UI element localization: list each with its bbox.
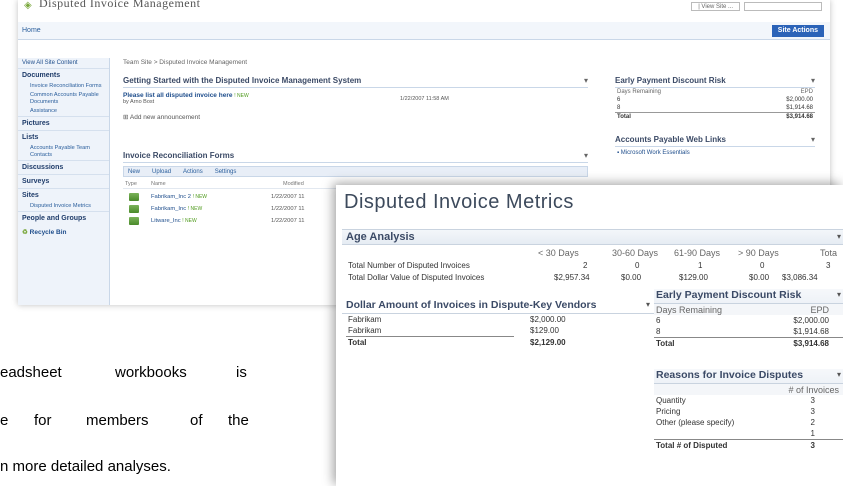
epd-webpart-small: Early Payment Discount Risk ▾ Days Remai…: [615, 76, 815, 121]
metrics-dashboard-window: Disputed Invoice Metrics Age Analysis ▾ …: [336, 185, 843, 486]
epd-small-title: Early Payment Discount Risk ▾: [615, 76, 815, 88]
site-actions-button[interactable]: Site Actions: [771, 25, 824, 37]
webpart-menu-icon[interactable]: ▾: [837, 370, 841, 379]
vendor-row: Fabrikam $2,000.00: [348, 315, 566, 324]
paragraph-line-2a: e: [0, 412, 9, 429]
library-toolbar: New Upload Actions Settings: [123, 166, 588, 177]
paragraph-line-2e: the: [228, 412, 249, 429]
epd-table: Days Remaining EPD 6 $2,000.00 8 $1,914.68 …: [654, 304, 843, 350]
view-all-site-content-link[interactable]: View All Site Content: [18, 58, 109, 68]
announcements-webpart: Getting Started with the Disputed Invoic…: [123, 76, 588, 121]
epd-webpart: Early Payment Discount Risk ▾ Days Remai…: [654, 289, 843, 350]
invoice-forms-title: Invoice Reconciliation Forms ▾: [123, 151, 588, 163]
vendor-total-row: Total $2,129.00: [346, 336, 566, 347]
age-cell: $0.00: [621, 273, 642, 282]
paragraph-line-2d: of: [190, 412, 203, 429]
age-cell: $0.00: [749, 273, 770, 282]
ql-item-assistance[interactable]: Assistance: [18, 107, 109, 116]
ql-item-invoice-forms[interactable]: Invoice Reconciliation Forms: [18, 82, 109, 91]
webpart-menu-icon[interactable]: ▾: [584, 76, 588, 85]
paragraph-line-1c: is: [236, 364, 247, 381]
age-cell: $2,957.34: [554, 273, 590, 282]
breadcrumb[interactable]: Team Site > Disputed Invoice Management: [123, 59, 247, 66]
epd-title: Early Payment Discount Risk ▾: [654, 289, 843, 304]
reasons-title: Reasons for Invoice Disputes ▾: [654, 369, 843, 384]
age-cell: 0: [635, 261, 640, 270]
age-analysis-header: Age Analysis ▾: [342, 229, 843, 245]
webpart-menu-icon[interactable]: ▾: [811, 135, 815, 144]
reasons-webpart: Reasons for Invoice Disputes ▾ # of Invo…: [654, 369, 843, 452]
quick-launch: View All Site Content Documents Invoice …: [18, 58, 110, 305]
age-cell: 3: [826, 261, 831, 270]
age-row-count-label: Total Number of Disputed Invoices: [348, 261, 470, 270]
recycle-bin-icon: ♻: [22, 229, 28, 236]
webpart-menu-icon[interactable]: ▾: [646, 300, 650, 309]
paragraph-line-2b: for: [34, 412, 52, 429]
announcement-author: by Arno Bost: [123, 99, 155, 105]
ql-item-ap-contacts[interactable]: Accounts Payable Team Contacts: [18, 144, 109, 160]
links-webpart: Accounts Payable Web Links ▾ ▪ Microsoft…: [615, 135, 815, 156]
announcement-date: 1/22/2007 11:58 AM: [400, 96, 449, 102]
ql-head-documents[interactable]: Documents: [18, 68, 109, 82]
age-col-gt90: > 90 Days: [738, 248, 779, 258]
ql-head-sites[interactable]: Sites: [18, 188, 109, 202]
new-tag: ! NEW: [234, 93, 249, 99]
link-item[interactable]: ▪ Microsoft Work Essentials: [615, 150, 815, 156]
dollar-amount-title: Dollar Amount of Invoices in Dispute-Key…: [342, 298, 654, 314]
site-title: ◈ Disputed Invoice Management: [24, 0, 201, 11]
paragraph-line-1a: eadsheet: [0, 364, 62, 381]
paragraph-line-3: n more detailed analyses.: [0, 458, 171, 475]
age-col-total: Tota: [820, 248, 838, 258]
vendor-row: Fabrikam $129.00: [348, 326, 559, 335]
site-search-input[interactable]: [744, 2, 822, 11]
links-title: Accounts Payable Web Links ▾: [615, 135, 815, 147]
view-site-dropdown[interactable]: | View Site ...: [691, 2, 740, 11]
ql-head-surveys[interactable]: Surveys: [18, 174, 109, 188]
toolbar-upload[interactable]: Upload: [152, 169, 171, 175]
home-tab[interactable]: Home: [22, 27, 41, 34]
age-cell: $3,086.34: [782, 273, 818, 282]
infopath-form-icon: [129, 193, 139, 201]
age-cell: 2: [583, 261, 588, 270]
toolbar-settings[interactable]: Settings: [215, 169, 237, 175]
sharepoint-logo-icon: ◈: [24, 0, 32, 11]
paragraph-line-1b: workbooks: [115, 364, 187, 381]
add-announcement-link[interactable]: ⊞ Add new announcement: [123, 113, 588, 121]
age-col-lt30: < 30 Days: [538, 248, 579, 258]
epd-small-table: Days Remaining EPD 6 $2,000.00 8 $1,914.68 …: [615, 89, 815, 121]
announcement-link[interactable]: Please list all disputed invoice here ! …: [123, 92, 588, 99]
webpart-menu-icon[interactable]: ▾: [811, 76, 815, 85]
webpart-menu-icon[interactable]: ▾: [837, 290, 841, 299]
reasons-table: # of Invoices Quantity 3 Pricing 3 Other (…: [654, 384, 843, 452]
toolbar-new[interactable]: New: [128, 169, 140, 175]
age-row-value-label: Total Dollar Value of Disputed Invoices: [348, 273, 485, 282]
infopath-form-icon: [129, 205, 139, 213]
top-right-controls: | View Site ...: [691, 2, 822, 11]
ql-head-pictures[interactable]: Pictures: [18, 116, 109, 130]
recycle-bin-link[interactable]: ♻ Recycle Bin: [18, 225, 109, 239]
age-col-61-90: 61-90 Days: [674, 248, 721, 258]
webpart-menu-icon[interactable]: ▾: [837, 232, 841, 241]
ql-item-common-docs[interactable]: Common Accounts Payable Documents: [18, 91, 109, 107]
age-cell: $129.00: [679, 273, 708, 282]
dollar-amount-webpart: Dollar Amount of Invoices in Dispute-Key…: [342, 298, 654, 348]
ql-head-discussions[interactable]: Discussions: [18, 160, 109, 174]
toolbar-actions[interactable]: Actions: [183, 169, 203, 175]
dashboard-title: Disputed Invoice Metrics: [344, 191, 574, 213]
top-nav-bar: Home Site Actions: [18, 22, 830, 40]
paragraph-line-2c: members: [86, 412, 149, 429]
age-cell: 0: [760, 261, 765, 270]
announcements-title: Getting Started with the Disputed Invoic…: [123, 76, 588, 88]
ql-head-lists[interactable]: Lists: [18, 130, 109, 144]
ql-item-metrics[interactable]: Disputed Invoice Metrics: [18, 202, 109, 211]
ql-head-people[interactable]: People and Groups: [18, 211, 109, 225]
infopath-form-icon: [129, 217, 139, 225]
webpart-menu-icon[interactable]: ▾: [584, 151, 588, 160]
age-cell: 1: [698, 261, 703, 270]
age-col-30-60: 30-60 Days: [612, 248, 659, 258]
